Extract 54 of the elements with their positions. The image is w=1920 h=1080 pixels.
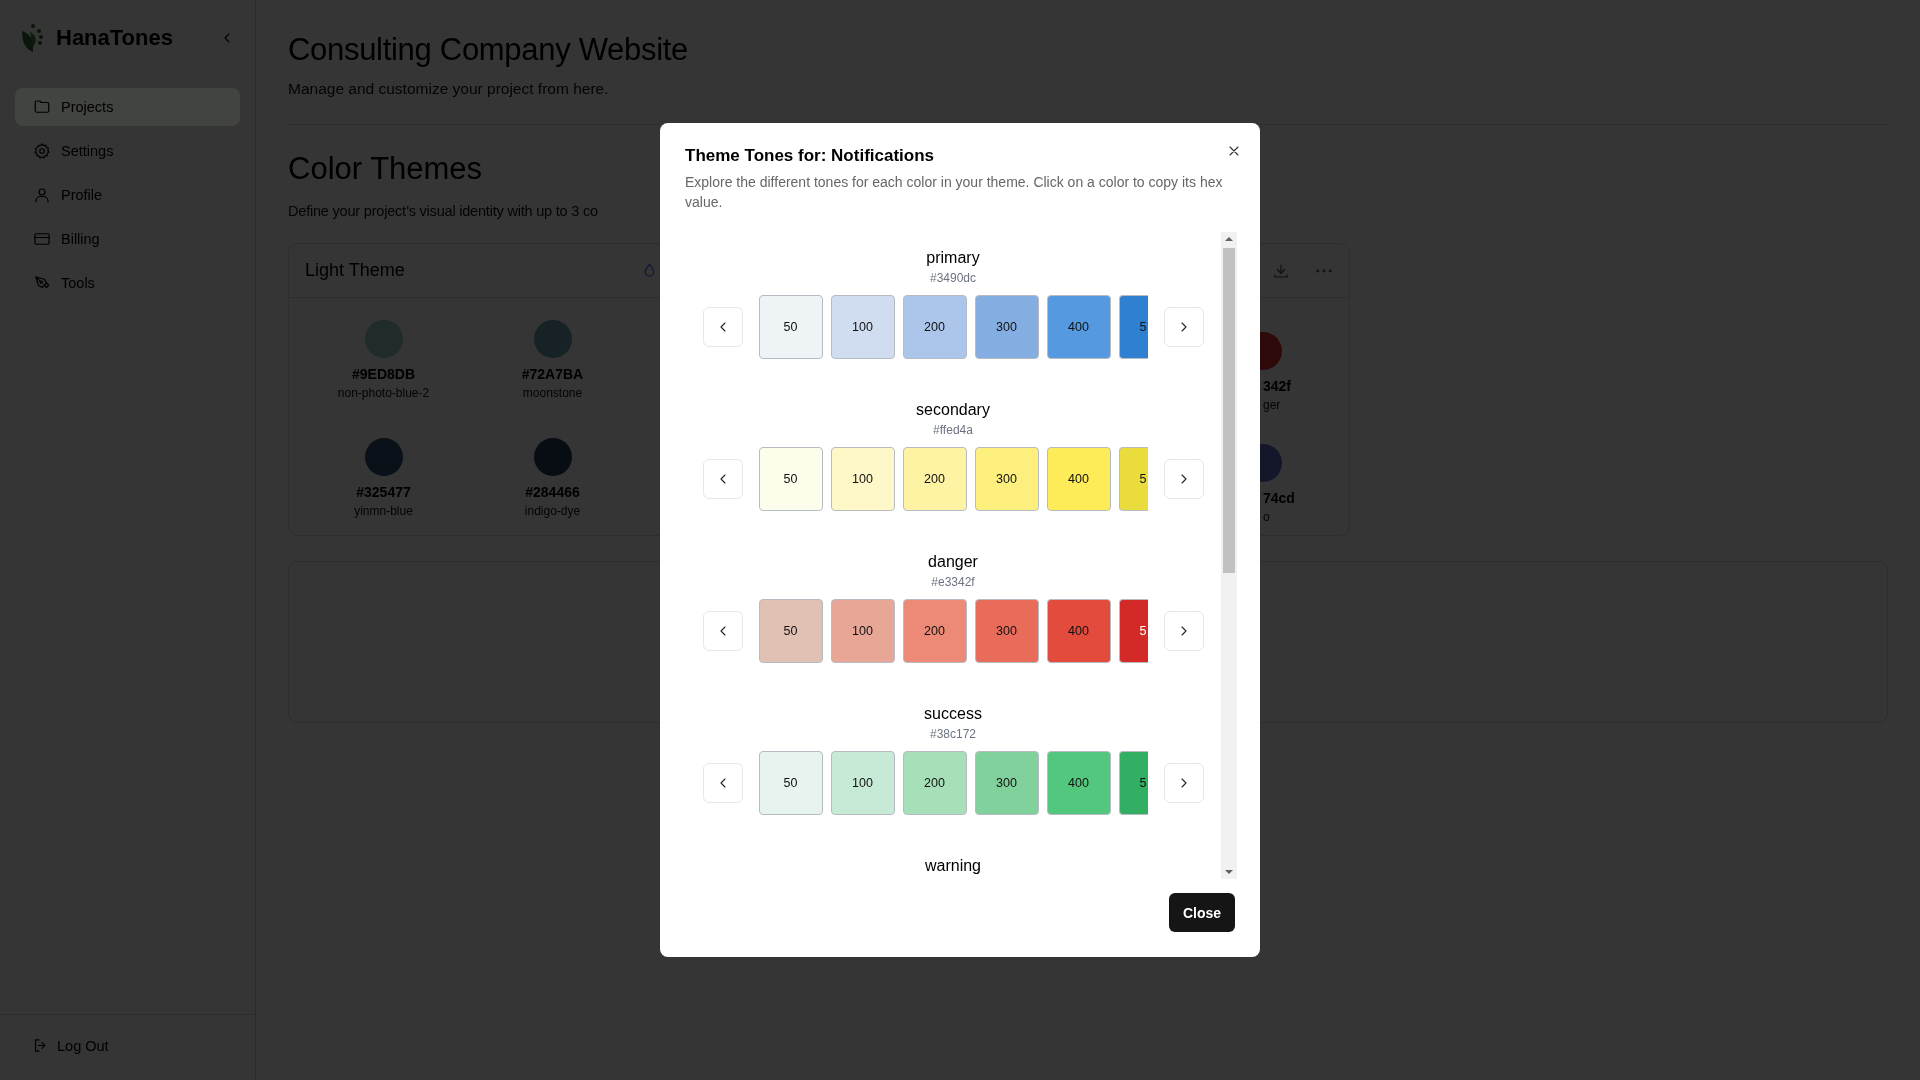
previous-button[interactable]	[702, 611, 743, 651]
tone-swatch[interactable]: 300	[974, 295, 1039, 359]
tone-swatch[interactable]: 5	[1118, 751, 1148, 815]
next-button[interactable]	[1163, 763, 1204, 803]
tone-swatch[interactable]: 400	[1046, 447, 1111, 511]
tone-swatch[interactable]: 200	[902, 751, 967, 815]
tone-swatch[interactable]: 5	[1118, 447, 1148, 511]
tone-swatch[interactable]: 300	[974, 447, 1039, 511]
next-button[interactable]	[1163, 611, 1204, 651]
close-button[interactable]: Close	[1168, 893, 1235, 932]
tone-swatch[interactable]: 5	[1118, 295, 1148, 359]
tone-swatch[interactable]: 200	[902, 447, 967, 511]
tone-swatch[interactable]: 50	[758, 295, 823, 359]
tone-group-hex: #e3342f	[931, 575, 975, 589]
color-swatch[interactable]	[364, 438, 403, 476]
tone-group-hex: #ffed4a	[933, 423, 973, 437]
tone-swatch[interactable]: 400	[1046, 751, 1111, 815]
next-button[interactable]	[1163, 459, 1204, 499]
tone-group-hex: #3490dc	[929, 271, 976, 285]
tone-swatch[interactable]: 5	[1118, 599, 1148, 663]
tone-swatch[interactable]: 50	[758, 599, 823, 663]
more-icon[interactable]	[1315, 268, 1332, 273]
tone-swatch[interactable]: 50	[758, 447, 823, 511]
tone-group-name: danger	[928, 553, 978, 571]
previous-button[interactable]	[702, 763, 743, 803]
tone-swatch[interactable]: 50	[758, 751, 823, 815]
tone-swatch[interactable]: 100	[830, 599, 895, 663]
next-button[interactable]	[1163, 307, 1204, 347]
person-icon	[33, 186, 51, 204]
tone-group-name: warning	[925, 857, 981, 875]
tone-swatch[interactable]: 100	[830, 447, 895, 511]
tone-group-name: secondary	[916, 401, 990, 419]
color-swatch[interactable]	[533, 320, 572, 358]
tone-swatch[interactable]: 300	[974, 751, 1039, 815]
dialog-description: Explore the different tones for each color in your theme. Click on a color to copy its hex value.	[685, 173, 1224, 212]
credit-card-icon	[33, 230, 51, 248]
tone-swatch[interactable]: 300	[974, 599, 1039, 663]
tone-swatch[interactable]: 200	[902, 295, 967, 359]
tone-swatch[interactable]: 400	[1046, 295, 1111, 359]
tone-group-name: primary	[926, 249, 980, 267]
dialog-title: Theme Tones for: Notifications	[685, 145, 935, 166]
tone-swatch[interactable]: 400	[1046, 599, 1111, 663]
color-swatch[interactable]	[533, 438, 572, 476]
tone-swatch[interactable]: 100	[830, 751, 895, 815]
tone-swatch[interactable]: 100	[830, 295, 895, 359]
settings-icon	[33, 142, 51, 160]
scrollbar[interactable]	[1221, 232, 1237, 879]
scrollbar-thumb[interactable]	[1223, 248, 1235, 573]
previous-button[interactable]	[702, 307, 743, 347]
tone-group-hex: #38c172	[929, 727, 976, 741]
folder-icon	[33, 98, 51, 116]
tone-swatch[interactable]: 200	[902, 599, 967, 663]
tone-group-name: success	[924, 705, 982, 723]
previous-button[interactable]	[702, 459, 743, 499]
